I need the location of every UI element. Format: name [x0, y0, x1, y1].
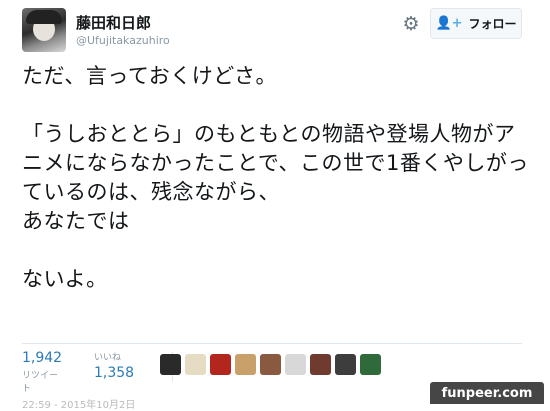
liker-avatars: [160, 354, 381, 375]
retweet-count: 1,942: [22, 350, 63, 366]
retweet-stat[interactable]: 1,942 リツイート: [22, 348, 62, 394]
like-stat[interactable]: いいね 1,358: [94, 348, 134, 381]
liker-avatar[interactable]: [310, 354, 331, 375]
retweet-label: リツイート: [22, 371, 59, 394]
follow-button[interactable]: 👤+ フォロー: [430, 8, 522, 39]
like-label: いいね: [94, 353, 122, 363]
display-name[interactable]: 藤田和日郎: [76, 12, 151, 33]
tweet-text: ただ、言っておくけどさ。 「うしおととら」のもともとの物語や登場人物がアニメにな…: [22, 64, 529, 291]
user-handle[interactable]: @Ufujitakazuhiro: [76, 34, 170, 47]
liker-avatar[interactable]: [210, 354, 231, 375]
liker-avatar[interactable]: [235, 354, 256, 375]
tweet-header: 藤田和日郎 @Ufujitakazuhiro ⚙ 👤+ フォロー: [22, 8, 528, 54]
like-count: 1,358: [94, 365, 135, 381]
follow-label: フォロー: [468, 17, 517, 31]
liker-avatar[interactable]: [335, 354, 356, 375]
watermark: funpeer.com: [430, 382, 544, 404]
liker-avatar[interactable]: [185, 354, 206, 375]
liker-avatar[interactable]: [160, 354, 181, 375]
liker-avatar[interactable]: [360, 354, 381, 375]
avatar[interactable]: [22, 8, 66, 52]
gear-icon[interactable]: ⚙: [400, 13, 422, 35]
divider: [22, 343, 522, 344]
liker-avatar[interactable]: [260, 354, 281, 375]
liker-avatar[interactable]: [285, 354, 306, 375]
add-user-icon: 👤+: [435, 16, 463, 31]
